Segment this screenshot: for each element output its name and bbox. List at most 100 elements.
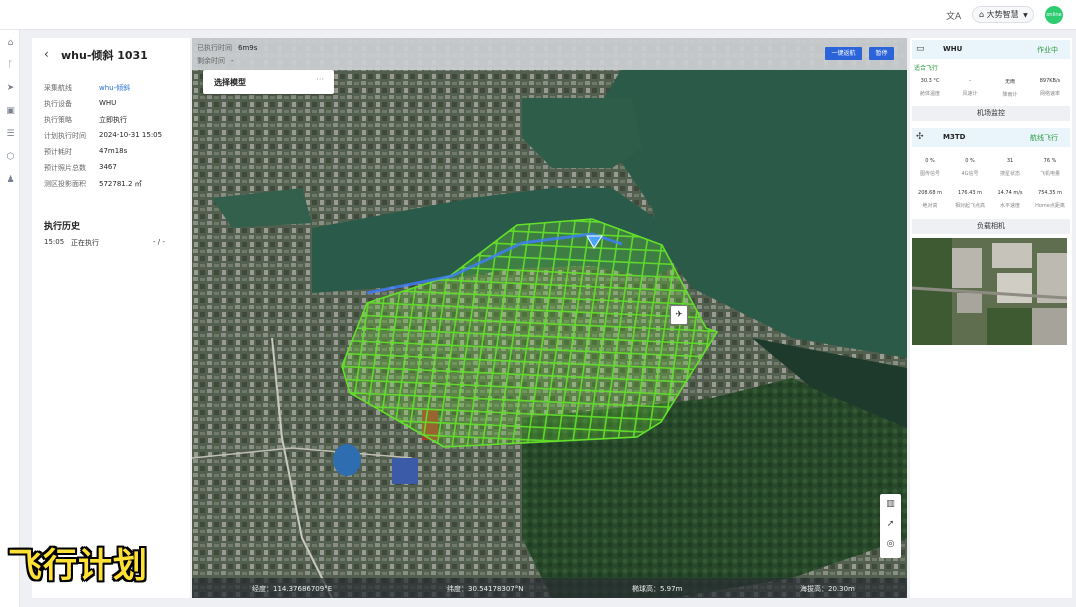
device-status-panel: ▭ WHU 作业中 适合飞行 30.3 °C 舱体温度 - 风速计 无雨 降雨计 89… bbox=[910, 38, 1072, 598]
user-label: 大势智慧 bbox=[986, 10, 1019, 19]
chart-icon[interactable]: ▥ bbox=[884, 498, 897, 511]
field-photo-count: 预计照片总数 3467 bbox=[44, 163, 117, 173]
stat-value: 31 bbox=[1006, 158, 1014, 164]
flight-condition: 适合飞行 bbox=[914, 65, 939, 72]
stat-label: 4G信号 bbox=[961, 171, 979, 177]
task-detail-panel: ‹ whu-倾斜 1031 采集航线 whu-倾斜 执行设备 WHU 执行策略 … bbox=[32, 38, 190, 598]
stat-value: 754.35 m bbox=[1038, 190, 1062, 196]
stat-value: - bbox=[969, 78, 971, 84]
dock-header: ▭ WHU 作业中 bbox=[912, 40, 1070, 59]
stat-label: 舱体温度 bbox=[919, 91, 940, 97]
longitude-readout: 经度：114.37686709°E bbox=[252, 585, 333, 593]
stat-label: 图传信号 bbox=[919, 171, 940, 177]
translate-icon[interactable]: 文A bbox=[946, 9, 961, 22]
branch-icon[interactable]: ᚴ bbox=[5, 60, 16, 71]
back-arrow-icon[interactable]: ‹ bbox=[44, 47, 49, 61]
model-select[interactable]: 选择模型 ··· bbox=[203, 70, 334, 94]
drone-name: M3TD bbox=[943, 133, 966, 141]
more-icon[interactable]: ··· bbox=[316, 75, 324, 84]
coordinate-bar: 经度：114.37686709°E 纬度：30.54178307°N 椭球高：5… bbox=[192, 578, 907, 598]
drone-stat: 76 % 飞机电量 bbox=[1030, 158, 1070, 177]
history-extra: - / - bbox=[153, 238, 165, 246]
stat-label: 相对起飞点高 bbox=[954, 203, 985, 209]
camera-feed-image bbox=[912, 238, 1067, 345]
user-menu[interactable]: ⌂ 大势智慧 ▼ bbox=[972, 6, 1034, 23]
field-duration: 预计耗时 47m18s bbox=[44, 147, 127, 157]
elapsed-label: 已执行时间 bbox=[197, 44, 232, 52]
elapsed-time: 已执行时间 6m9s bbox=[197, 43, 257, 53]
locate-icon[interactable]: ◎ bbox=[884, 538, 897, 551]
users-icon[interactable]: ♟ bbox=[5, 175, 16, 186]
stat-value: 30.3 °C bbox=[920, 78, 940, 84]
stat-label: 绝对高 bbox=[922, 203, 938, 209]
field-value: 572781.2 ㎡ bbox=[99, 180, 142, 188]
drone-stat: 0 % 4G信号 bbox=[950, 158, 990, 177]
drone-header: ✣ M3TD 航线飞行 bbox=[912, 128, 1070, 147]
dock-stat: 无雨 降雨计 bbox=[990, 78, 1030, 98]
camera-feed[interactable] bbox=[912, 238, 1067, 345]
send-icon[interactable]: ➤ bbox=[5, 83, 16, 94]
field-value: 3467 bbox=[99, 163, 117, 171]
field-label: 执行策略 bbox=[44, 116, 72, 124]
home-icon[interactable]: ⌂ bbox=[5, 38, 16, 49]
drone-stat: 0 % 图传信号 bbox=[910, 158, 950, 177]
history-time: 15:05 bbox=[44, 238, 65, 246]
drone-marker-icon[interactable]: ✈ bbox=[670, 305, 688, 325]
top-bar: 文A ⌂ 大势智慧 ▼ online bbox=[0, 0, 1076, 30]
map-view[interactable]: ✈ 已执行时间 6m9s 剩余时间 - 一键返航 暂停 选择模型 ··· ▥ ➚ ◎… bbox=[192, 38, 907, 598]
stat-value: 897KB/s bbox=[1039, 78, 1061, 84]
field-strategy: 执行策略 立即执行 bbox=[44, 115, 127, 125]
stat-value: 176.43 m bbox=[958, 190, 982, 196]
altitude-readout: 海拔高：20.30m bbox=[800, 585, 855, 593]
image-icon[interactable]: ▣ bbox=[5, 106, 16, 117]
dock-icon: ▭ bbox=[916, 44, 925, 54]
pointer-icon[interactable]: ➚ bbox=[884, 518, 897, 531]
cube-icon[interactable]: ⬡ bbox=[5, 152, 16, 163]
dock-stat: - 风速计 bbox=[950, 78, 990, 97]
field-label: 计划执行时间 bbox=[44, 132, 86, 140]
drone-stat: 14.74 m/s 水平速度 bbox=[990, 190, 1030, 209]
satellite-map bbox=[192, 38, 907, 598]
return-home-button[interactable]: 一键返航 bbox=[825, 47, 862, 60]
route-link[interactable]: whu-倾斜 bbox=[99, 83, 130, 93]
remaining-label: 剩余时间 bbox=[197, 57, 225, 65]
history-heading: 执行历史 bbox=[44, 222, 81, 232]
user-icon: ⌂ bbox=[979, 10, 985, 19]
pause-button[interactable]: 暂停 bbox=[869, 47, 894, 60]
field-area: 测区投影面积 572781.2 ㎡ bbox=[44, 179, 142, 189]
list-icon[interactable]: ☰ bbox=[5, 129, 16, 140]
remaining-time: 剩余时间 - bbox=[197, 56, 234, 66]
stat-label: 水平速度 bbox=[999, 203, 1020, 209]
dock-monitor-button[interactable]: 机场监控 bbox=[912, 106, 1070, 121]
field-label: 执行设备 bbox=[44, 100, 72, 108]
stat-label: 降雨计 bbox=[1002, 92, 1018, 98]
field-value: 2024-10-31 15:05 bbox=[99, 131, 163, 139]
field-label: 预计耗时 bbox=[44, 148, 72, 156]
drone-status: 航线飞行 bbox=[1030, 134, 1058, 142]
drone-stat: 754.35 m Home点距离 bbox=[1030, 190, 1070, 209]
stat-label: 风速计 bbox=[962, 91, 978, 97]
stat-value: 14.74 m/s bbox=[997, 190, 1023, 196]
task-title: whu-倾斜 1031 bbox=[61, 49, 148, 62]
field-plan-time: 计划执行时间 2024-10-31 15:05 bbox=[44, 131, 162, 141]
stat-label: 搜星状态 bbox=[999, 171, 1020, 177]
field-label: 预计照片总数 bbox=[44, 164, 86, 172]
stat-value: 208.68 m bbox=[918, 190, 942, 196]
latitude-readout: 纬度：30.54178307°N bbox=[447, 585, 524, 593]
drone-stat: 31 搜星状态 bbox=[990, 158, 1030, 177]
payload-camera-button[interactable]: 负载相机 bbox=[912, 219, 1070, 234]
field-value: WHU bbox=[99, 99, 117, 107]
dock-stat: 30.3 °C 舱体温度 bbox=[910, 78, 950, 97]
dock-name: WHU bbox=[943, 45, 963, 53]
model-select-label: 选择模型 bbox=[214, 78, 246, 87]
stat-label: 网络速率 bbox=[1039, 91, 1060, 97]
field-value: 立即执行 bbox=[99, 116, 127, 124]
field-label: 测区投影面积 bbox=[44, 180, 86, 188]
video-caption: 飞行计划 bbox=[8, 546, 148, 586]
stat-value: 0 % bbox=[965, 158, 975, 164]
map-toolbar: ▥ ➚ ◎ bbox=[880, 494, 901, 558]
avatar[interactable]: online bbox=[1045, 6, 1063, 24]
drone-icon: ✣ bbox=[916, 132, 924, 142]
ellipsoid-height-readout: 椭球高：5.97m bbox=[632, 585, 683, 593]
field-device: 执行设备 WHU bbox=[44, 99, 116, 109]
